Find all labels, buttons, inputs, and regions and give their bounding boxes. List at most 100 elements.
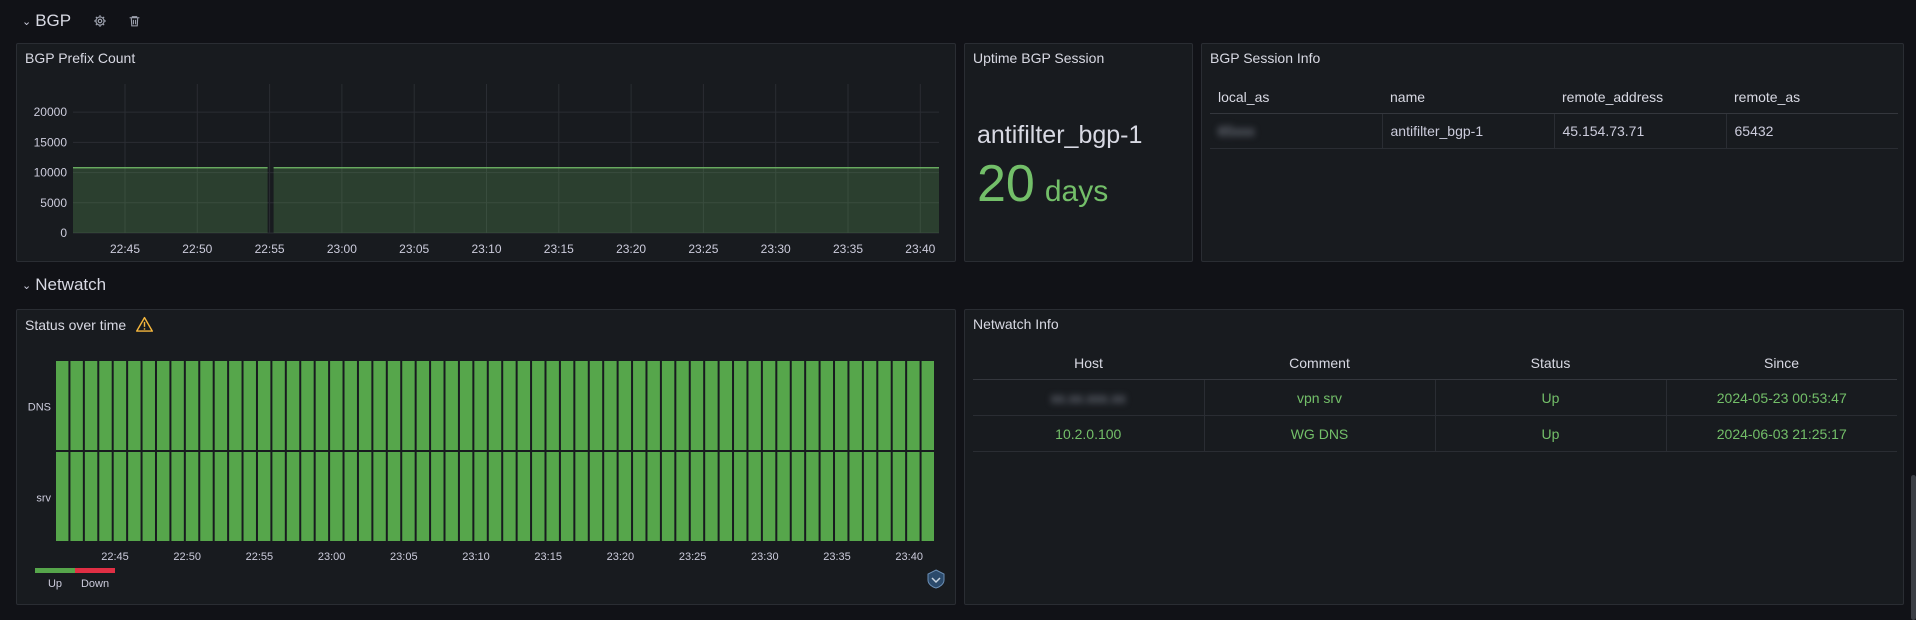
status-cell <box>878 361 891 450</box>
y-tick-label: 20000 <box>34 105 68 119</box>
status-cell <box>113 452 127 541</box>
cell-since: 2024-06-03 21:25:17 <box>1665 415 1897 452</box>
session-info-table: local_as name remote_address remote_as 6… <box>1210 81 1898 149</box>
x-tick-label: 22:45 <box>110 242 140 256</box>
status-cell <box>734 452 747 541</box>
status-cell <box>272 361 285 450</box>
area-fill <box>73 167 268 233</box>
status-cell <box>243 452 256 541</box>
status-cell <box>344 361 357 450</box>
column-header-since[interactable]: Since <box>1666 347 1897 380</box>
column-header-local-as[interactable]: local_as <box>1210 81 1382 114</box>
status-cell <box>849 361 862 450</box>
status-cell <box>647 452 660 541</box>
status-cell <box>633 361 646 450</box>
x-tick-label: 23:25 <box>679 551 707 563</box>
table-header-row: Host Comment Status Since <box>973 347 1897 380</box>
panel-title: BGP Session Info <box>1210 50 1321 66</box>
status-cell <box>416 452 430 541</box>
status-cell <box>517 361 531 450</box>
status-cell <box>373 452 386 541</box>
status-cell <box>272 452 285 541</box>
x-tick-label: 23:15 <box>544 242 574 256</box>
panel-title: Netwatch Info <box>973 316 1059 332</box>
status-cell <box>849 452 862 541</box>
status-cell <box>286 452 300 541</box>
x-tick-label: 23:35 <box>823 551 851 563</box>
status-cell <box>171 452 184 541</box>
status-cell <box>358 361 372 450</box>
x-tick-label: 22:55 <box>255 242 285 256</box>
status-cell <box>806 361 819 450</box>
status-cell <box>618 361 632 450</box>
status-cell <box>863 452 877 541</box>
area-fill <box>273 167 940 233</box>
status-cell <box>402 452 415 541</box>
row-label: srv <box>36 493 51 505</box>
column-header-host[interactable]: Host <box>973 347 1204 380</box>
trash-icon[interactable] <box>123 10 145 32</box>
column-header-name[interactable]: name <box>1382 81 1554 114</box>
status-cell <box>604 361 617 450</box>
status-cell <box>373 361 386 450</box>
status-cell <box>835 361 848 450</box>
status-cell <box>257 452 271 541</box>
status-cell <box>517 452 531 541</box>
cell-remote-as: 65432 <box>1725 113 1898 149</box>
x-tick-label: 23:30 <box>751 551 779 563</box>
panel-uptime-bgp-session: Uptime BGP Session antifilter_bgp-1 20 d… <box>964 43 1193 262</box>
row-toggle-netwatch[interactable]: ⌄ Netwatch <box>22 275 106 295</box>
x-tick-label: 23:10 <box>462 551 490 563</box>
status-cell <box>878 452 891 541</box>
x-tick-label: 23:00 <box>318 551 346 563</box>
table-row: xx.xx.xxx.xx vpn srv Up 2024-05-23 00:53… <box>973 379 1897 416</box>
panel-status-over-time: Status over time DNS srv 22:45 22:50 22:55 23… <box>16 309 956 605</box>
column-header-remote-address[interactable]: remote_address <box>1554 81 1726 114</box>
status-cell <box>445 452 458 541</box>
status-cell <box>719 452 733 541</box>
status-cell <box>676 361 689 450</box>
column-header-comment[interactable]: Comment <box>1204 347 1435 380</box>
status-cell <box>647 361 660 450</box>
x-tick-label: 23:25 <box>688 242 718 256</box>
row-header-bgp: ⌄ BGP <box>22 6 145 36</box>
status-cell <box>330 452 343 541</box>
status-cell <box>286 361 300 450</box>
legend-swatch <box>75 568 115 573</box>
status-cell <box>229 452 242 541</box>
status-timeline-chart[interactable]: DNS srv 22:45 22:50 22:55 23:00 23:05 23:10 23:1… <box>17 310 955 604</box>
x-tick-label: 23:05 <box>399 242 429 256</box>
legend-label: Down <box>81 578 109 590</box>
page-scrollbar[interactable] <box>1911 475 1916 620</box>
gear-icon[interactable] <box>89 10 111 32</box>
x-tick-label: 22:45 <box>101 551 129 563</box>
column-header-status[interactable]: Status <box>1435 347 1666 380</box>
status-cell <box>560 361 574 450</box>
cell-name: antifilter_bgp-1 <box>1381 113 1554 149</box>
cell-status: Up <box>1434 415 1666 452</box>
column-header-remote-as[interactable]: remote_as <box>1726 81 1898 114</box>
status-cell <box>185 361 199 450</box>
status-cell <box>474 361 487 450</box>
x-tick-label: 23:15 <box>534 551 562 563</box>
prefix-count-chart[interactable]: 20000 15000 10000 5000 0 22:45 22:50 22:55 23:00… <box>17 44 955 261</box>
status-cell <box>532 452 545 541</box>
status-cell <box>575 361 588 450</box>
table-row: 10.2.0.100 WG DNS Up 2024-06-03 21:25:17 <box>973 415 1897 452</box>
status-cell <box>734 361 747 450</box>
status-cell <box>806 452 819 541</box>
status-cell <box>532 361 545 450</box>
cell-host: 10.2.0.100 <box>973 415 1204 452</box>
legend-swatch <box>35 568 75 573</box>
status-cell <box>575 452 588 541</box>
status-cell <box>762 361 776 450</box>
row-toggle-bgp[interactable]: ⌄ BGP <box>22 11 71 31</box>
cell-local-as: 65xxx <box>1210 113 1382 149</box>
status-cell <box>56 452 69 541</box>
status-cell <box>618 452 632 541</box>
stat-series-name: antifilter_bgp-1 <box>977 121 1143 149</box>
x-tick-label: 22:55 <box>246 551 274 563</box>
cell-comment: WG DNS <box>1203 415 1435 452</box>
status-cell <box>777 452 790 541</box>
cell-since: 2024-05-23 00:53:47 <box>1665 379 1897 416</box>
